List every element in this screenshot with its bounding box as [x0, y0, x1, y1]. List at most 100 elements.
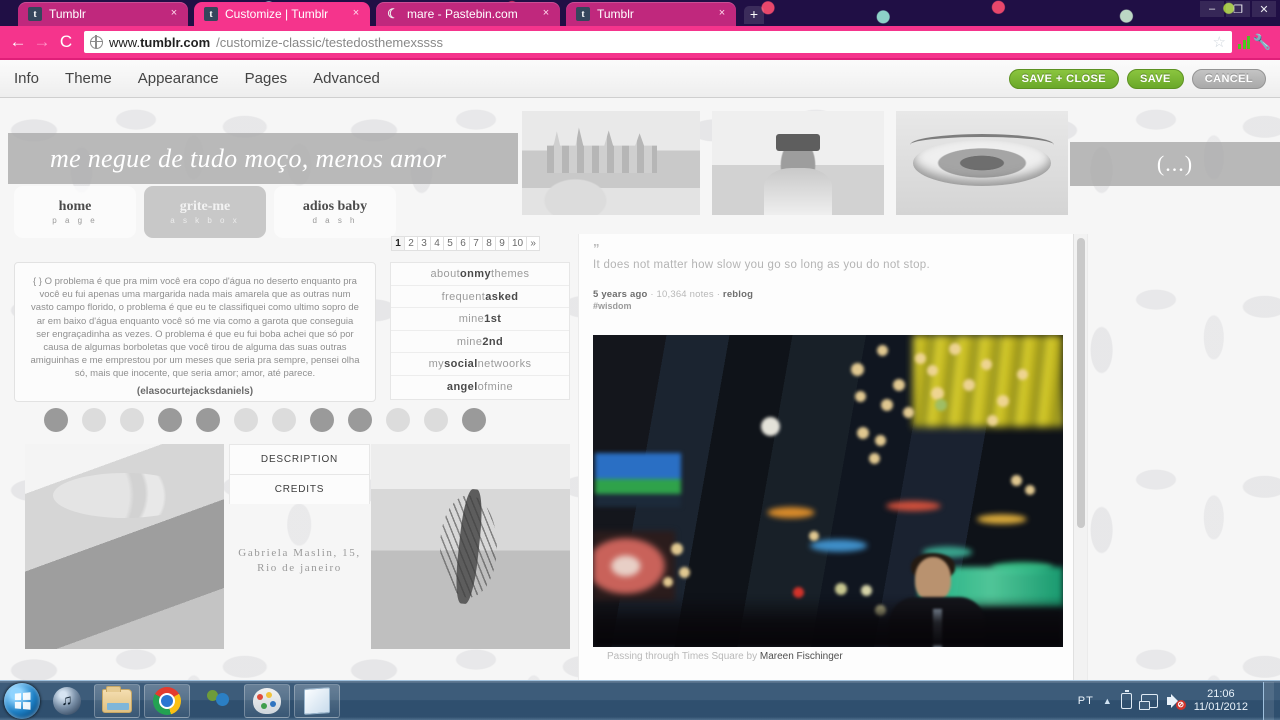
clock[interactable]: 21:06 11/01/2012 — [1194, 688, 1248, 714]
volume-muted-icon[interactable]: ⊘ — [1166, 693, 1186, 710]
menu-item-info[interactable]: Info — [14, 70, 39, 87]
cancel-button[interactable]: CANCEL — [1191, 68, 1266, 89]
wrench-icon[interactable]: 🔧 — [1250, 30, 1274, 54]
pagination-page-5[interactable]: 5 — [443, 236, 457, 251]
close-window-button[interactable]: ✕ — [1252, 1, 1276, 17]
network-icon[interactable] — [1138, 693, 1158, 710]
color-dot[interactable] — [44, 408, 68, 432]
menu-item-pages[interactable]: Pages — [245, 70, 288, 87]
post-reblog-link[interactable]: reblog — [723, 289, 753, 300]
back-icon[interactable]: ← — [6, 30, 30, 54]
reload-icon[interactable]: C — [54, 30, 78, 54]
sidebar-link-mine1st[interactable]: mine1st — [391, 308, 569, 331]
sidebar-link-networks[interactable]: mysocialnetwoorks — [391, 353, 569, 376]
color-dot[interactable] — [272, 408, 296, 432]
pagination-page-3[interactable]: 3 — [417, 236, 431, 251]
pagination-page-6[interactable]: 6 — [456, 236, 470, 251]
photo-caption: Passing through Times Square by Mareen F… — [593, 651, 1073, 662]
color-dot[interactable] — [462, 408, 486, 432]
taskbar-messenger-icon[interactable] — [194, 684, 240, 718]
menu-item-advanced[interactable]: Advanced — [313, 70, 380, 87]
bar-chart-icon[interactable] — [1238, 35, 1250, 49]
color-dot[interactable] — [234, 408, 258, 432]
address-bar[interactable]: www.tumblr.com /customize-classic/tested… — [84, 31, 1232, 53]
color-dot[interactable] — [82, 408, 106, 432]
browser-tab-3[interactable]: ☾ mare - Pastebin.com × — [376, 2, 560, 26]
nav-label-sub: d a s h — [312, 216, 358, 225]
tab-description[interactable]: DESCRIPTION — [229, 444, 370, 474]
maximize-button[interactable]: ❐ — [1226, 1, 1250, 17]
tab-credits[interactable]: CREDITS — [229, 474, 370, 504]
blog-header: me negue de tudo moço, menos amor home p… — [0, 102, 1280, 238]
save-and-close-button[interactable]: SAVE + CLOSE — [1008, 68, 1120, 89]
color-dot[interactable] — [158, 408, 182, 432]
pagination-page-9[interactable]: 9 — [495, 236, 509, 251]
posts-scrollbar[interactable] — [1073, 234, 1087, 680]
sidebar-link-list: aboutonmythemes frequentasked mine1st mi… — [390, 262, 570, 400]
taskbar-chrome-icon[interactable] — [144, 683, 190, 718]
nav-item-dash[interactable]: adios baby d a s h — [274, 186, 396, 238]
browser-tab-4[interactable]: t Tumblr × — [566, 2, 736, 26]
sidebar-photo-feather-tattoo[interactable] — [371, 444, 570, 649]
color-dot[interactable] — [196, 408, 220, 432]
more-label: (...) — [1156, 151, 1194, 176]
taskbar-notepad-icon[interactable] — [294, 683, 340, 718]
pagination-page-8[interactable]: 8 — [482, 236, 496, 251]
language-indicator[interactable]: PT — [1078, 695, 1094, 707]
windows-taskbar: ♫ PT ▲ ⊘ 21:06 11/01/2012 — [0, 680, 1280, 720]
browser-tab-title: mare - Pastebin.com — [407, 7, 518, 21]
save-button[interactable]: SAVE — [1127, 68, 1184, 89]
taskbar-explorer-icon[interactable] — [94, 683, 140, 718]
new-tab-button[interactable]: + — [744, 6, 764, 24]
color-dot[interactable] — [348, 408, 372, 432]
sidebar-quote-signature: (elasocurtejacksdaniels) — [136, 385, 254, 397]
tab-close-icon[interactable]: × — [540, 7, 552, 19]
post-tags[interactable]: #wisdom — [593, 301, 1073, 311]
tumblr-favicon-icon: t — [28, 7, 42, 21]
window-controls: – ❐ ✕ — [1200, 1, 1276, 17]
show-desktop-button[interactable] — [1263, 681, 1274, 720]
color-dot[interactable] — [120, 408, 144, 432]
sidebar-link-faq[interactable]: frequentasked — [391, 286, 569, 309]
scrollbar-thumb[interactable] — [1077, 238, 1085, 528]
header-photo-eye[interactable] — [896, 111, 1068, 215]
color-dot[interactable] — [310, 408, 334, 432]
header-more-plate[interactable]: (...) — [1070, 142, 1280, 186]
color-dot[interactable] — [424, 408, 448, 432]
nav-item-home[interactable]: home p a g e — [14, 186, 136, 238]
times-square-night-bokeh-photo[interactable] — [593, 335, 1063, 647]
tab-close-icon[interactable]: × — [168, 7, 180, 19]
start-orb-icon[interactable] — [4, 682, 40, 719]
url-domain: www.tumblr.com — [109, 34, 211, 50]
pagination-page-4[interactable]: 4 — [430, 236, 444, 251]
forward-icon[interactable]: → — [30, 30, 54, 54]
bookmark-star-icon[interactable]: ☆ — [1213, 33, 1226, 51]
menu-item-appearance[interactable]: Appearance — [138, 70, 219, 87]
pagination-page-2[interactable]: 2 — [404, 236, 418, 251]
taskbar-itunes-icon[interactable]: ♫ — [44, 684, 90, 718]
nav-item-askbox[interactable]: grite-me a s k b o x — [144, 186, 266, 238]
tab-close-icon[interactable]: × — [350, 7, 362, 19]
menu-item-theme[interactable]: Theme — [65, 70, 112, 87]
header-photo-venice[interactable] — [522, 111, 700, 215]
battery-icon[interactable] — [1120, 690, 1132, 709]
browser-tab-1[interactable]: t Tumblr × — [18, 2, 188, 26]
tab-close-icon[interactable]: × — [716, 7, 728, 19]
taskbar-paint-icon[interactable] — [244, 683, 290, 718]
sidebar-photo-flower-crown[interactable] — [25, 444, 224, 649]
show-hidden-icons-icon[interactable]: ▲ — [1103, 696, 1112, 706]
browser-tab-2[interactable]: t Customize | Tumblr × — [194, 2, 370, 26]
pagination-page-10[interactable]: 10 — [508, 236, 528, 251]
sidebar-link-mine2nd[interactable]: mine2nd — [391, 331, 569, 354]
sidebar-link-about[interactable]: aboutonmythemes — [391, 263, 569, 286]
color-dot[interactable] — [386, 408, 410, 432]
browser-toolbar: ← → C www.tumblr.com /customize-classic/… — [0, 26, 1280, 60]
header-photo-girl[interactable] — [712, 111, 884, 215]
pagination-page-7[interactable]: 7 — [469, 236, 483, 251]
pagination-page-1[interactable]: 1 — [391, 236, 405, 251]
browser-tab-title: Tumblr — [49, 7, 86, 21]
minimize-button[interactable]: – — [1200, 1, 1224, 17]
pagination-next[interactable]: » — [526, 236, 541, 251]
browser-tab-title: Tumblr — [597, 7, 634, 21]
sidebar-link-angelofmine[interactable]: angelofmine — [391, 376, 569, 399]
